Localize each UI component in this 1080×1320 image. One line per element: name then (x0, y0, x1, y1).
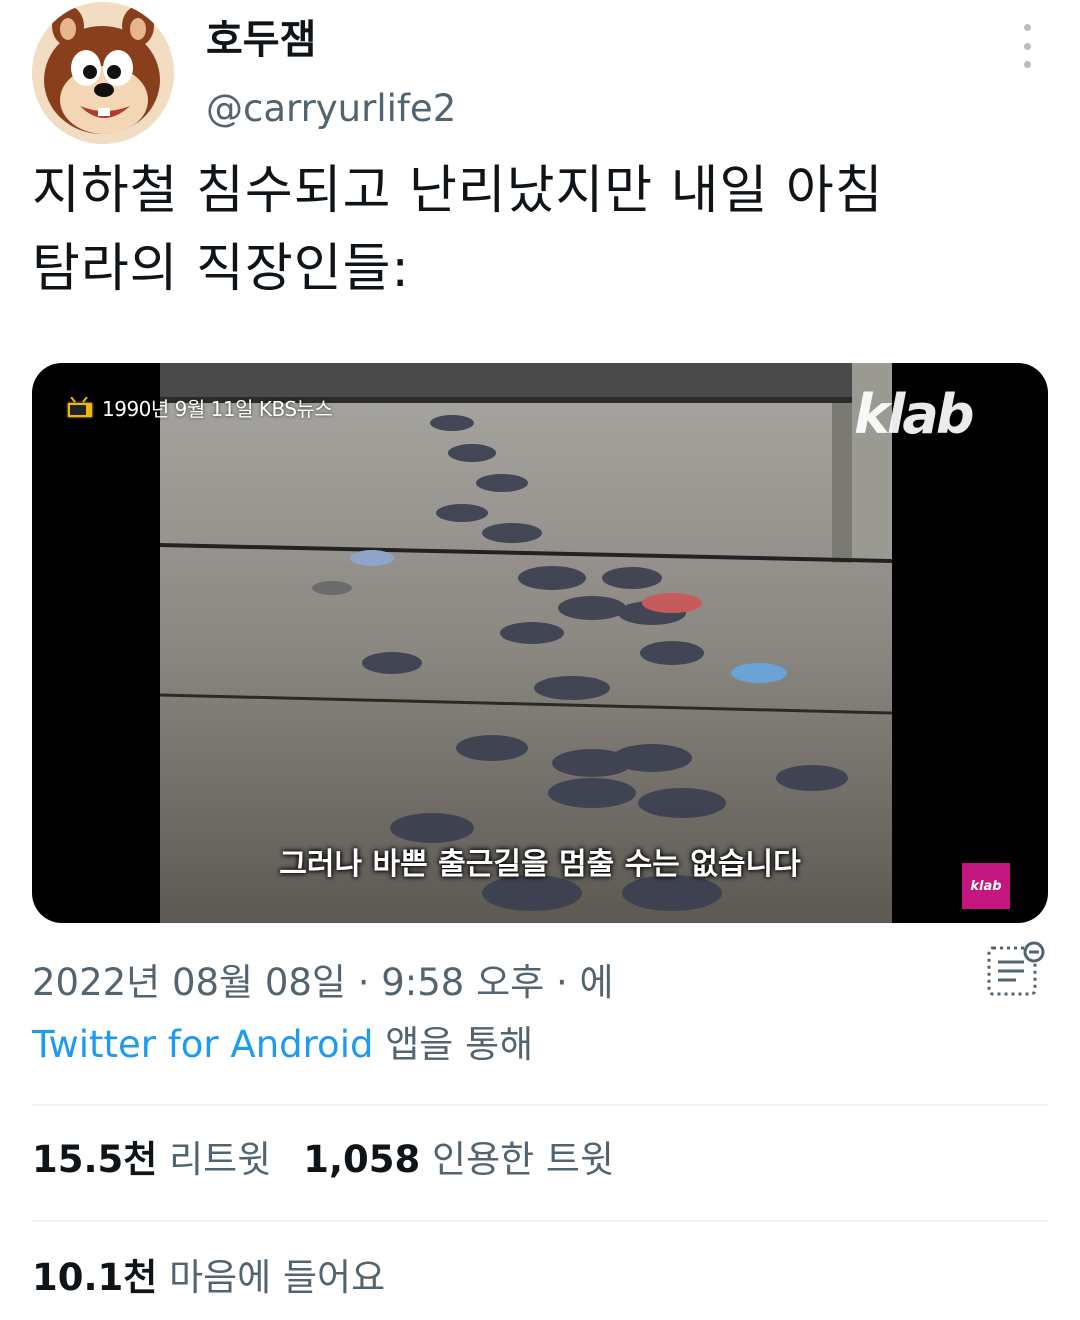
analytics-icon[interactable] (986, 940, 1048, 1000)
quotes-label: 인용한 트윗 (420, 1138, 615, 1181)
retweets-stat[interactable]: 15.5천 리트윗 (32, 1132, 271, 1188)
news-source-tag: 1990년 9월 11일 KBS뉴스 (66, 393, 333, 422)
user-handle[interactable]: @carryurlife2 (206, 84, 456, 134)
source-suffix: 앱을 통해 (373, 1023, 534, 1066)
quotes-count: 1,058 (303, 1138, 421, 1181)
tweet-media-video[interactable]: 1990년 9월 11일 KBS뉴스 klab 그러나 바쁜 출근길을 멈출 수… (32, 363, 1048, 923)
chipmunk-avatar-image (32, 2, 174, 144)
quotes-stat[interactable]: 1,058 인용한 트윗 (303, 1132, 614, 1188)
more-options-icon[interactable] (1010, 24, 1044, 68)
tweet-text: 지하철 침수되고 난리났지만 내일 아침 탐라의 직장인들: (32, 161, 884, 299)
likes-row: 10.1천 마음에 들어요 (32, 1250, 385, 1306)
engagement-stats: 15.5천 리트윗 1,058 인용한 트윗 (32, 1132, 614, 1188)
retweets-label: 리트윗 (157, 1138, 272, 1181)
tweet-source: Twitter for Android 앱을 통해 (32, 1016, 533, 1074)
display-name[interactable]: 호두잼 (206, 14, 316, 66)
likes-label: 마음에 들어요 (157, 1256, 386, 1299)
avatar[interactable] (32, 2, 174, 144)
likes-stat[interactable]: 10.1천 마음에 들어요 (32, 1250, 385, 1306)
source-app-link[interactable]: Twitter for Android (32, 1023, 373, 1066)
tv-icon (66, 396, 94, 419)
klab-logo: klab (854, 383, 975, 446)
likes-count: 10.1천 (32, 1256, 158, 1299)
retweets-count: 15.5천 (32, 1138, 158, 1181)
tweet-timestamp[interactable]: 2022년 08월 08일 · 9:58 오후 · 에 (32, 954, 614, 1012)
divider (32, 1220, 1048, 1222)
video-subtitle: 그러나 바쁜 출근길을 멈출 수는 없습니다 (279, 847, 801, 882)
klab-badge: klab (962, 863, 1010, 909)
divider (32, 1104, 1048, 1106)
news-tag-text: 1990년 9월 11일 KBS뉴스 (102, 397, 333, 421)
